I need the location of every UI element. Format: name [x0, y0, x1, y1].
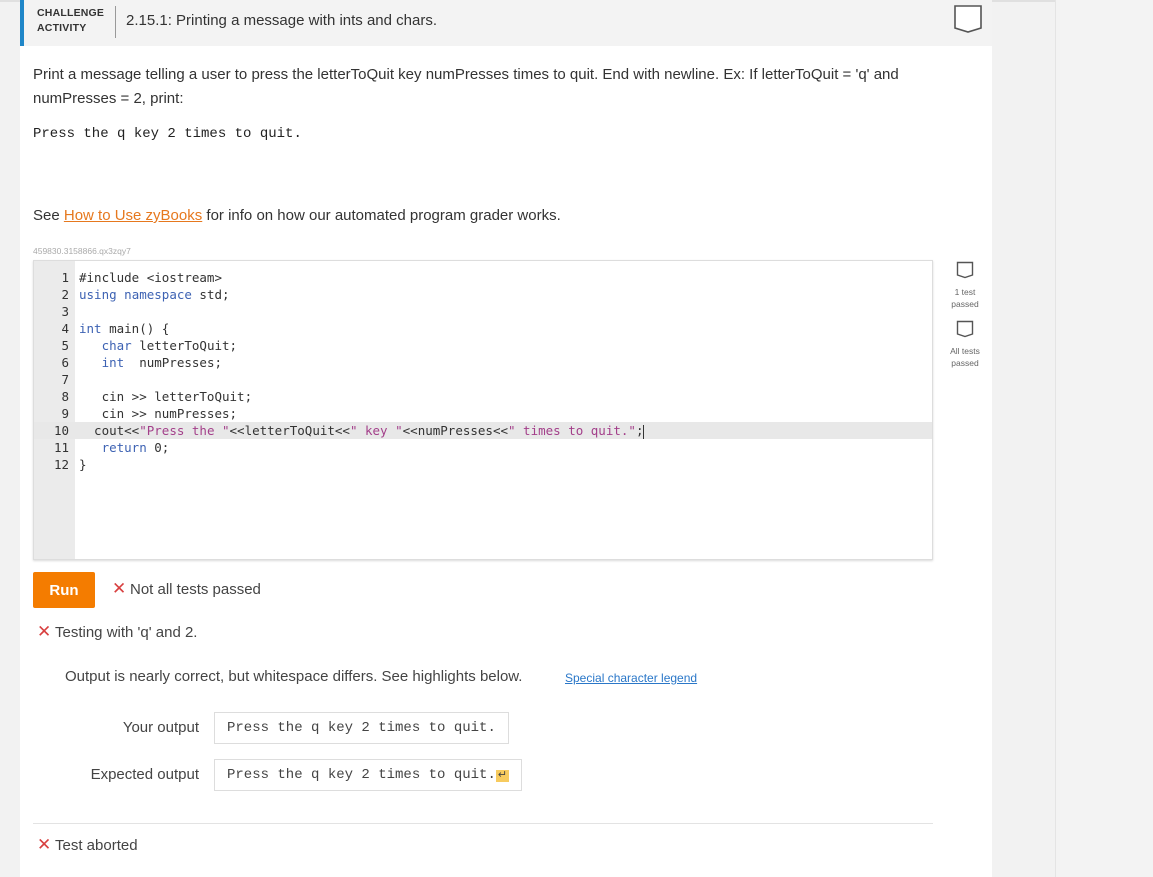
line-number: 8 [61, 389, 69, 404]
line-number: 12 [53, 457, 69, 472]
instructions: Print a message telling a user to press … [33, 66, 899, 107]
line-code[interactable]: cin >> numPresses; [79, 405, 237, 422]
line-code[interactable]: char letterToQuit; [79, 337, 237, 354]
code-line[interactable]: 4 int main() { [34, 320, 932, 337]
expected-output-label: Expected output [90, 766, 199, 783]
text-cursor [643, 424, 645, 439]
example-output: Press the q key 2 times to quit. [33, 126, 302, 142]
challenge-card: CHALLENGE ACTIVITY 2.15.1: Printing a me… [20, 0, 992, 877]
fail-x-icon: ✕ [112, 579, 127, 598]
line-number: 11 [53, 440, 69, 455]
diff-message: Output is nearly correct, but whitespace… [65, 668, 523, 685]
help-text: See How to Use zyBooks for info on how o… [33, 207, 561, 224]
code-line[interactable]: 6 int numPresses; [34, 354, 932, 371]
code-line[interactable]: 12} [34, 456, 932, 473]
run-button[interactable]: Run [33, 572, 95, 608]
activity-title: 2.15.1: Printing a message with ints and… [126, 12, 438, 29]
line-number: 9 [61, 406, 69, 421]
activity-type-label: CHALLENGE ACTIVITY [37, 7, 105, 34]
test1-badge-icon [956, 261, 974, 279]
test1-label: 1 test passed [951, 287, 979, 309]
line-number: 4 [61, 321, 69, 336]
fail-x-icon: ✕ [37, 835, 52, 854]
your-output-label: Your output [122, 719, 199, 736]
code-line[interactable]: 2 using namespace std; [34, 286, 932, 303]
line-code[interactable]: using namespace std; [79, 286, 230, 303]
code-line[interactable]: 1 #include <iostream> [34, 269, 932, 286]
test-status: ✕ Not all tests passed [112, 579, 261, 598]
code-area[interactable]: 1 #include <iostream> 2 using namespace std… [34, 269, 932, 473]
how-to-use-link[interactable]: How to Use zyBooks [64, 207, 202, 224]
code-line[interactable]: 8 cin >> letterToQuit; [34, 388, 932, 405]
fail-x-icon: ✕ [37, 622, 52, 641]
all-tests-badge-icon [956, 320, 974, 338]
activity-id: 459830.3158866.qx3zqy7 [33, 246, 131, 256]
code-line[interactable]: 9 cin >> numPresses; [34, 405, 932, 422]
line-number: 2 [61, 287, 69, 302]
header-divider [115, 6, 116, 38]
line-number: 3 [61, 304, 69, 319]
line-code[interactable]: cout<<"Press the "<<letterToQuit<<" key … [79, 422, 645, 439]
line-number: 1 [61, 270, 69, 285]
line-code[interactable]: return 0; [79, 439, 170, 456]
code-line[interactable]: 11 return 0; [34, 439, 932, 456]
line-code[interactable]: int main() { [79, 320, 169, 337]
line-number: 5 [61, 338, 69, 353]
code-line[interactable]: 5 char letterToQuit; [34, 337, 932, 354]
special-character-legend-link[interactable]: Special character legend [565, 671, 697, 685]
code-editor[interactable]: 1 #include <iostream> 2 using namespace std… [33, 260, 933, 560]
line-code[interactable]: cin >> letterToQuit; [79, 388, 253, 405]
code-line[interactable]: 10 cout<<"Press the "<<letterToQuit<<" k… [34, 422, 932, 439]
activity-header: CHALLENGE ACTIVITY 2.15.1: Printing a me… [20, 0, 992, 46]
expected-output-box: Press the q key 2 times to quit. ↵ [214, 759, 523, 791]
test-case-label: ✕ Testing with 'q' and 2. [37, 622, 198, 641]
section-divider [33, 823, 933, 824]
line-number: 7 [61, 372, 69, 387]
your-output-box: Press the q key 2 times to quit. [214, 712, 509, 744]
test-aborted: ✕ Test aborted [37, 835, 138, 854]
right-gutter [1055, 0, 1153, 877]
line-number: 10 [53, 423, 69, 438]
code-line[interactable]: 3 [34, 303, 932, 320]
completion-badge-icon [954, 5, 982, 33]
line-code[interactable]: } [79, 456, 87, 473]
newline-highlight-icon: ↵ [495, 770, 510, 782]
line-code[interactable]: int numPresses; [79, 354, 222, 371]
line-code[interactable]: #include <iostream> [79, 269, 222, 286]
all-tests-label: All tests passed [950, 346, 980, 368]
code-line[interactable]: 7 [34, 371, 932, 388]
line-number: 6 [61, 355, 69, 370]
